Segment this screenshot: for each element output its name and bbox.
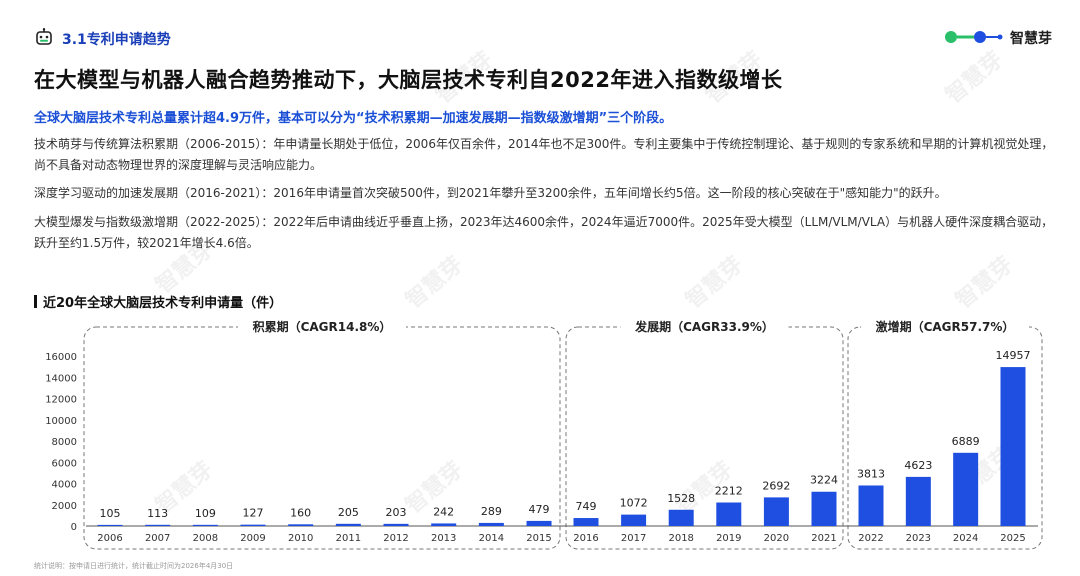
bar — [431, 523, 457, 526]
bar-value-label: 203 — [386, 506, 407, 519]
bar-value-label: 289 — [481, 505, 502, 518]
bar — [573, 518, 599, 526]
bar-value-label: 4623 — [904, 459, 932, 472]
bar — [97, 524, 123, 526]
y-tick-label: 14000 — [45, 373, 77, 384]
bar — [383, 523, 409, 526]
bar-value-label: 105 — [100, 507, 121, 520]
bar — [621, 514, 647, 526]
y-tick-label: 2000 — [52, 501, 77, 512]
x-tick-label: 2007 — [145, 533, 170, 544]
x-tick-label: 2014 — [479, 533, 504, 544]
y-tick-label: 0 — [71, 522, 77, 533]
bar — [905, 476, 931, 526]
x-tick-label: 2025 — [1000, 533, 1025, 544]
bar — [240, 524, 266, 526]
bar — [668, 509, 694, 526]
footnote: 统计说明：按申请日进行统计，统计截止时间为2026年4月30日 — [34, 562, 234, 570]
x-tick-label: 2023 — [906, 533, 931, 544]
bar-value-label: 749 — [576, 500, 597, 513]
x-tick-label: 2016 — [573, 533, 598, 544]
patent-bar-chart: 积累期（CAGR14.8%） 发展期（CAGR33.9%） 激增期（CAGR57.7… — [45, 319, 1043, 550]
bar-value-label: 479 — [529, 503, 550, 516]
bar-value-label: 113 — [147, 507, 168, 520]
x-tick-label: 2012 — [383, 533, 408, 544]
phase-label: 发展期（CAGR33.9%） — [634, 319, 774, 334]
x-tick-label: 2017 — [621, 533, 646, 544]
x-tick-label: 2020 — [764, 533, 789, 544]
y-tick-label: 8000 — [52, 437, 77, 448]
bar-value-label: 3813 — [857, 467, 885, 480]
x-tick-label: 2015 — [526, 533, 551, 544]
bar — [716, 502, 742, 526]
y-tick-label: 4000 — [52, 480, 77, 491]
bar — [335, 523, 361, 526]
bar — [145, 524, 171, 526]
bar — [478, 522, 504, 526]
bar-value-label: 242 — [433, 505, 454, 518]
bar — [1000, 367, 1026, 526]
x-tick-label: 2009 — [240, 533, 265, 544]
x-tick-label: 2024 — [953, 533, 978, 544]
x-tick-label: 2006 — [97, 533, 122, 544]
phase-label: 激增期（CAGR57.7%） — [876, 319, 1015, 334]
bar — [858, 485, 884, 526]
bar-value-label: 109 — [195, 507, 216, 520]
bar — [953, 452, 979, 526]
y-tick-label: 6000 — [52, 458, 77, 469]
x-tick-label: 2021 — [811, 533, 836, 544]
bar-value-label: 205 — [338, 506, 359, 519]
bar-value-label: 6889 — [952, 435, 980, 448]
x-tick-label: 2013 — [431, 533, 456, 544]
bar-value-label: 14957 — [995, 349, 1030, 362]
phase-box — [565, 326, 844, 550]
bar-value-label: 2212 — [715, 484, 743, 497]
bar-value-label: 1072 — [620, 497, 648, 510]
x-tick-label: 2010 — [288, 533, 313, 544]
x-tick-label: 2022 — [858, 533, 883, 544]
bar — [288, 524, 314, 526]
y-tick-label: 16000 — [45, 352, 77, 363]
bar-value-label: 160 — [290, 506, 311, 519]
bar-value-label: 2692 — [762, 479, 790, 492]
y-tick-label: 10000 — [45, 416, 77, 427]
x-tick-label: 2011 — [336, 533, 361, 544]
bar — [526, 520, 552, 526]
bar-value-label: 127 — [243, 507, 264, 520]
x-tick-label: 2019 — [716, 533, 741, 544]
phase-label: 积累期（CAGR14.8%） — [253, 319, 392, 334]
bar-value-label: 3224 — [810, 474, 838, 487]
bar — [811, 491, 837, 526]
bar — [763, 497, 789, 526]
x-tick-label: 2018 — [668, 533, 693, 544]
y-tick-label: 12000 — [45, 395, 77, 406]
bar — [192, 524, 218, 526]
bar-value-label: 1528 — [667, 492, 695, 505]
x-tick-label: 2008 — [193, 533, 218, 544]
